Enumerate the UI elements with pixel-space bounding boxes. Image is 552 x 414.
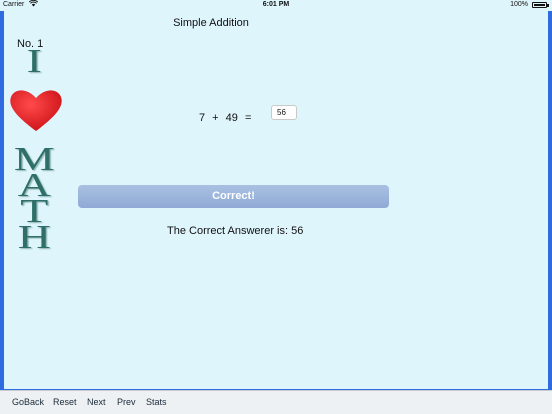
stats-button[interactable]: Stats — [146, 397, 167, 407]
result-bar: Correct! — [78, 185, 389, 208]
logo-letter-h: H — [17, 219, 53, 256]
reset-button[interactable]: Reset — [53, 397, 77, 407]
bottom-toolbar: GoBack Reset Next Prev Stats — [0, 390, 552, 414]
main-content: Simple Addition No. 1 I M A T H 7 + 49 =… — [4, 11, 548, 389]
next-button[interactable]: Next — [87, 397, 106, 407]
prev-button[interactable]: Prev — [117, 397, 136, 407]
logo-word-math: M A T H — [4, 143, 66, 255]
battery-percent: 100% — [510, 1, 528, 8]
goback-button[interactable]: GoBack — [12, 397, 44, 407]
logo-letter-i: I — [26, 43, 44, 80]
correct-answer-message: The Correct Answerer is: 56 — [167, 225, 304, 237]
battery-icon — [532, 2, 547, 8]
answer-input[interactable] — [271, 105, 297, 120]
problem-expression: 7 + 49 = — [199, 112, 252, 124]
heart-icon — [8, 87, 64, 138]
status-time: 6:01 PM — [262, 1, 290, 8]
page-title: Simple Addition — [173, 17, 249, 29]
status-bar: Carrier 6:01 PM 100% — [0, 0, 552, 11]
battery-tip — [547, 4, 549, 7]
